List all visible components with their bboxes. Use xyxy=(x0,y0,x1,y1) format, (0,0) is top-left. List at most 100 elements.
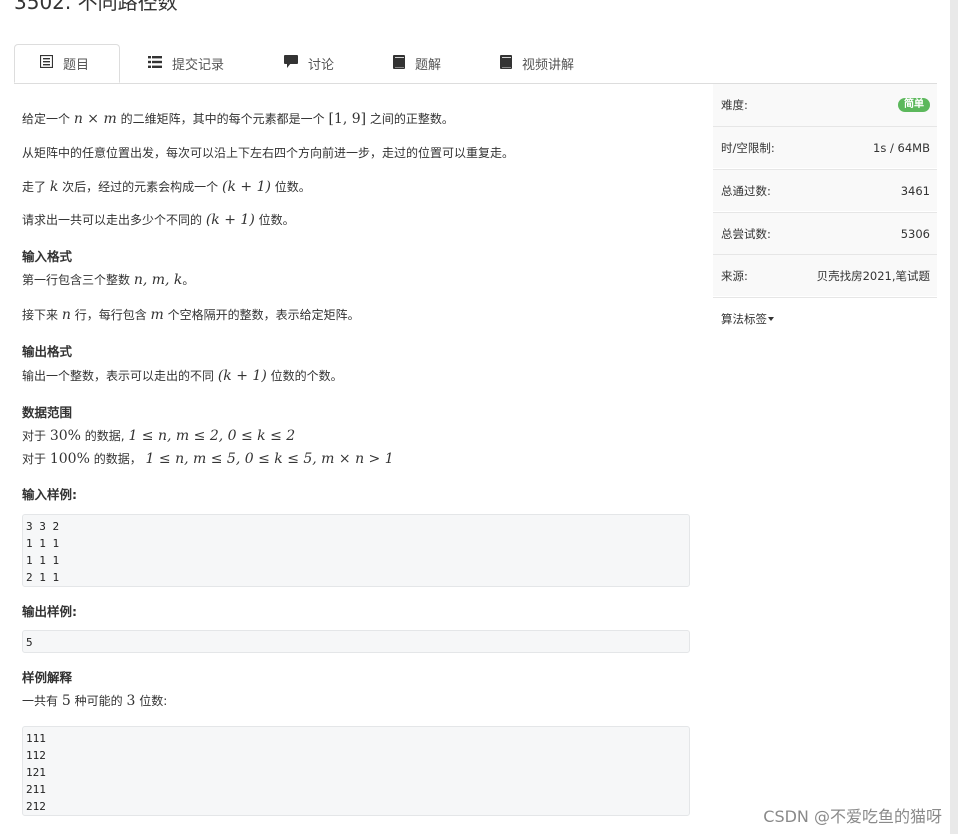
code-line: 1 1 1 xyxy=(26,537,60,550)
tried-row: 总尝试数: 5306 xyxy=(713,212,937,254)
sample-output-heading: 输出样例: xyxy=(22,604,77,619)
tab-problem[interactable]: 题目 xyxy=(14,44,120,83)
passed-label: 总通过数: xyxy=(721,183,771,198)
problem-info-sidebar: 难度: 简单 时/空限制: 1s / 64MB 总通过数: 3461 总尝试数:… xyxy=(713,84,937,340)
tab-label: 题解 xyxy=(415,58,442,73)
math-count: 5 xyxy=(61,693,71,709)
statement-p2: 从矩阵中的任意位置出发，每次可以沿上下左右四个方向前进一步，走过的位置可以重复走… xyxy=(22,146,515,160)
data-range-heading: 数据范围 xyxy=(22,405,73,420)
explanation-l1: 一共有 5 种可能的 3 位数: xyxy=(22,692,167,710)
math-range: [1, 9] xyxy=(328,111,367,127)
data-range-l2: 对于 100% 的数据， 1 ≤ n, m ≤ 5, 0 ≤ k ≤ 5, m … xyxy=(22,450,394,468)
list-icon xyxy=(148,55,162,72)
text: 请求出一共可以走出多少个不同的 xyxy=(22,213,203,227)
book-icon xyxy=(500,54,512,73)
text: 种可能的 xyxy=(74,694,123,708)
text: 位数。 xyxy=(258,213,295,227)
limit-label: 时/空限制: xyxy=(721,140,775,155)
math-n: n xyxy=(61,307,71,323)
source-value: 贝壳找房2021,笔试题 xyxy=(816,268,930,283)
text: 位数。 xyxy=(274,180,311,194)
math-constraint: 1 ≤ n, m ≤ 5, 0 ≤ k ≤ 5, m × n > 1 xyxy=(145,451,394,467)
text: 位数: xyxy=(139,694,168,708)
list-alt-icon xyxy=(39,54,54,72)
code-line: 111 xyxy=(26,732,46,745)
source-label: 来源: xyxy=(721,268,748,283)
text: 输出一个整数，表示可以走出的不同 xyxy=(22,369,215,383)
limit-row: 时/空限制: 1s / 64MB xyxy=(713,126,937,168)
difficulty-row: 难度: 简单 xyxy=(713,84,937,126)
statement-p4: 请求出一共可以走出多少个不同的 (k + 1) 位数。 xyxy=(22,211,295,229)
caret-down-icon xyxy=(768,316,774,321)
math-percent: 100% xyxy=(49,451,90,467)
text: 之间的正整数。 xyxy=(369,112,454,126)
comment-icon xyxy=(284,55,298,72)
tab-video[interactable]: 视频讲解 xyxy=(500,44,574,83)
tab-submissions[interactable]: 提交记录 xyxy=(148,44,224,83)
text: 的数据, xyxy=(84,429,125,443)
statement-p3: 走了 k 次后，经过的元素会构成一个 (k + 1) 位数。 xyxy=(22,178,311,196)
tags-label: 算法标签 xyxy=(721,311,767,326)
text: 接下来 xyxy=(22,308,59,322)
math-digits: 3 xyxy=(126,693,136,709)
code-line: 112 xyxy=(26,749,46,762)
math-constraint: 1 ≤ n, m ≤ 2, 0 ≤ k ≤ 2 xyxy=(128,428,296,444)
text: 的二维矩阵，其中的每个元素都是一个 xyxy=(120,112,325,126)
sample-output-block[interactable]: 5 xyxy=(22,630,690,653)
math-nmk: n, m, k xyxy=(133,272,183,288)
tried-value: 5306 xyxy=(900,226,930,241)
text: 行，每行包含 xyxy=(74,308,147,322)
passed-value: 3461 xyxy=(900,183,930,198)
text: 次后，经过的元素会构成一个 xyxy=(62,180,219,194)
limit-value: 1s / 64MB xyxy=(873,140,930,155)
code-line: 5 xyxy=(26,636,33,649)
text: 对于 xyxy=(22,452,47,466)
problem-title: 3502. 不同路径数 xyxy=(14,0,178,14)
input-format-l2: 接下来 n 行，每行包含 m 个空格隔开的整数，表示给定矩阵。 xyxy=(22,306,360,324)
code-line: 2 1 1 xyxy=(26,571,60,584)
code-line: 3 3 2 xyxy=(26,520,60,533)
statement-p1: 给定一个 n × m 的二维矩阵，其中的每个元素都是一个 [1, 9] 之间的正… xyxy=(22,110,454,128)
tab-bar: 题目 提交记录 讨论 题解 视频讲解 xyxy=(14,44,937,84)
output-format-l1: 输出一个整数，表示可以走出的不同 (k + 1) 位数的个数。 xyxy=(22,367,343,385)
math-dims: n × m xyxy=(73,111,117,127)
input-format-l1: 第一行包含三个整数 n, m, k。 xyxy=(22,271,194,289)
code-line: 211 xyxy=(26,783,46,796)
explanation-heading: 样例解释 xyxy=(22,670,73,685)
text: 的数据， xyxy=(93,452,142,466)
text: 第一行包含三个整数 xyxy=(22,273,131,287)
input-format-heading: 输入格式 xyxy=(22,249,73,264)
tab-solutions[interactable]: 题解 xyxy=(393,44,441,83)
code-line: 212 xyxy=(26,800,46,813)
passed-row: 总通过数: 3461 xyxy=(713,169,937,211)
sample-input-heading: 输入样例: xyxy=(22,487,77,502)
tab-discuss[interactable]: 讨论 xyxy=(284,44,334,83)
text: 对于 xyxy=(22,429,47,443)
book-icon xyxy=(393,54,405,73)
math-m: m xyxy=(150,307,164,323)
tab-label: 题目 xyxy=(63,58,90,73)
tags-dropdown[interactable]: 算法标签 xyxy=(713,297,937,339)
explanation-block[interactable]: 111 112 121 211 212 xyxy=(22,726,690,816)
output-format-heading: 输出格式 xyxy=(22,344,73,359)
text: 。 xyxy=(182,273,195,287)
tried-label: 总尝试数: xyxy=(721,226,771,241)
text: 位数的个数。 xyxy=(270,369,343,383)
text: 个空格隔开的整数，表示给定矩阵。 xyxy=(167,308,360,322)
data-range-l1: 对于 30% 的数据, 1 ≤ n, m ≤ 2, 0 ≤ k ≤ 2 xyxy=(22,427,295,445)
tab-label: 视频讲解 xyxy=(522,58,575,73)
sample-input-block[interactable]: 3 3 2 1 1 1 1 1 1 2 1 1 xyxy=(22,514,690,587)
text: 一共有 xyxy=(22,694,59,708)
text: 走了 xyxy=(22,180,47,194)
source-row: 来源: 贝壳找房2021,笔试题 xyxy=(713,254,937,296)
difficulty-label: 难度: xyxy=(721,98,748,112)
math-k1: (k + 1) xyxy=(217,368,267,384)
code-line: 121 xyxy=(26,766,46,779)
math-k: k xyxy=(49,179,59,195)
code-line: 1 1 1 xyxy=(26,554,60,567)
text: 给定一个 xyxy=(22,112,71,126)
watermark: CSDN @不爱吃鱼的猫呀 xyxy=(763,807,942,826)
math-k1: (k + 1) xyxy=(205,212,255,228)
math-percent: 30% xyxy=(49,428,81,444)
math-k1: (k + 1) xyxy=(222,179,271,195)
